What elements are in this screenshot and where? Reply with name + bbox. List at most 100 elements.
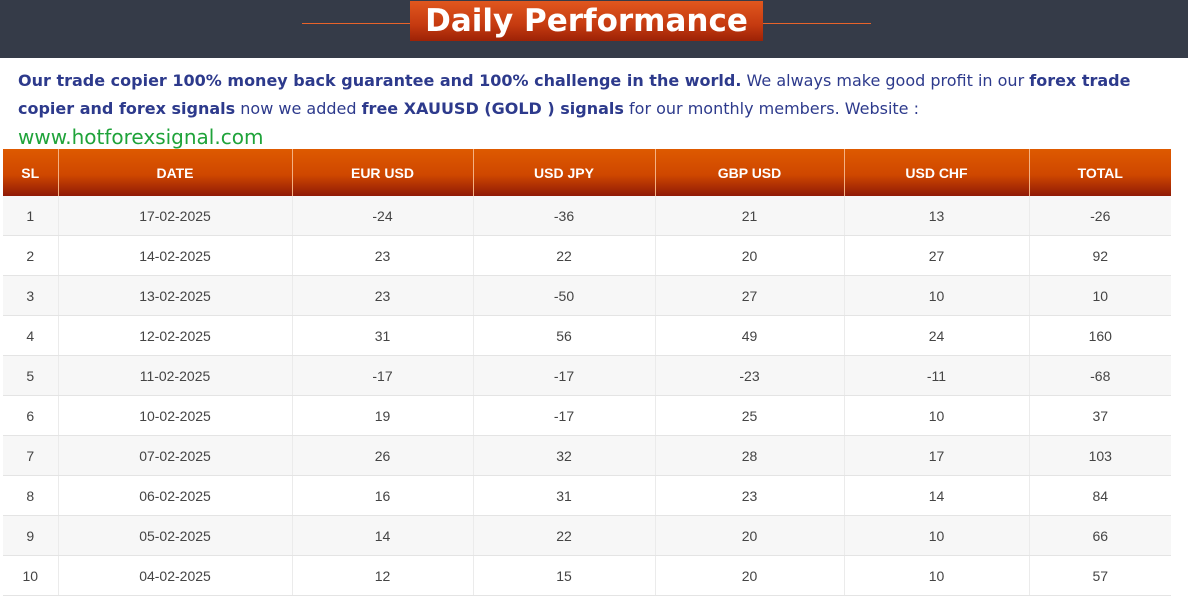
column-header-gbpusd: GBP USD [654,149,844,196]
cell-usdjpy: 15 [472,555,655,596]
cell-total: -26 [1028,196,1171,236]
cell-date: 05-02-2025 [57,515,292,556]
column-header-eurusd: EUR USD [291,149,473,196]
cell-eurusd: 26 [291,435,473,476]
header-bar: Daily Performance [0,0,1188,58]
header-divider-left [302,23,410,24]
cell-usdjpy: 32 [472,435,655,476]
cell-date: 10-02-2025 [57,395,292,436]
cell-sl: 3 [3,275,58,316]
cell-usdjpy: 31 [472,475,655,516]
cell-sl: 6 [3,395,58,436]
cell-eurusd: 23 [291,235,473,276]
cell-usdchf: 10 [843,555,1029,596]
table-row: 4 12-02-2025 31 56 49 24 160 [3,315,1171,356]
header-divider-right [763,23,871,24]
cell-date: 13-02-2025 [57,275,292,316]
cell-usdjpy: 56 [472,315,655,356]
cell-date: 17-02-2025 [57,196,292,236]
column-header-date: DATE [57,149,292,196]
cell-eurusd: 16 [291,475,473,516]
cell-sl: 8 [3,475,58,516]
cell-usdchf: 24 [843,315,1029,356]
cell-gbpusd: -23 [654,355,844,396]
cell-total: 84 [1028,475,1171,516]
cell-usdjpy: 22 [472,515,655,556]
cell-usdchf: 14 [843,475,1029,516]
cell-usdchf: 27 [843,235,1029,276]
intro-text: We always make good profit in our [741,71,1030,90]
cell-sl: 10 [3,555,58,596]
table-row: 6 10-02-2025 19 -17 25 10 37 [3,395,1171,436]
cell-eurusd: 19 [291,395,473,436]
cell-usdjpy: -17 [472,355,655,396]
intro-text-2: now we added [235,99,362,118]
cell-date: 06-02-2025 [57,475,292,516]
cell-gbpusd: 27 [654,275,844,316]
cell-date: 04-02-2025 [57,555,292,596]
page-title: Daily Performance [410,1,763,41]
cell-eurusd: 12 [291,555,473,596]
cell-total: 10 [1028,275,1171,316]
cell-date: 07-02-2025 [57,435,292,476]
cell-total: 57 [1028,555,1171,596]
cell-sl: 4 [3,315,58,356]
table-row: 2 14-02-2025 23 22 20 27 92 [3,235,1171,276]
cell-total: 160 [1028,315,1171,356]
cell-sl: 9 [3,515,58,556]
cell-eurusd: -24 [291,196,473,236]
cell-sl: 7 [3,435,58,476]
cell-total: 103 [1028,435,1171,476]
column-header-total: TOTAL [1028,149,1171,196]
cell-gbpusd: 23 [654,475,844,516]
cell-usdjpy: 22 [472,235,655,276]
cell-date: 12-02-2025 [57,315,292,356]
column-header-usdchf: USD CHF [843,149,1029,196]
table-row: 5 11-02-2025 -17 -17 -23 -11 -68 [3,355,1171,396]
cell-date: 11-02-2025 [57,355,292,396]
cell-eurusd: 23 [291,275,473,316]
cell-total: 66 [1028,515,1171,556]
table-row: 10 04-02-2025 12 15 20 10 57 [3,555,1171,596]
cell-gbpusd: 49 [654,315,844,356]
cell-eurusd: 31 [291,315,473,356]
table-row: 3 13-02-2025 23 -50 27 10 10 [3,275,1171,316]
cell-usdchf: 10 [843,515,1029,556]
cell-usdjpy: -17 [472,395,655,436]
cell-total: 92 [1028,235,1171,276]
intro-guarantee-text: Our trade copier 100% money back guarant… [18,71,742,90]
cell-usdchf: 13 [843,196,1029,236]
table-row: 7 07-02-2025 26 32 28 17 103 [3,435,1171,476]
cell-sl: 1 [3,196,58,236]
performance-table: SL DATE EUR USD USD JPY GBP USD USD CHF … [3,149,1171,596]
cell-total: 37 [1028,395,1171,436]
cell-usdchf: -11 [843,355,1029,396]
cell-usdjpy: -50 [472,275,655,316]
cell-gbpusd: 20 [654,235,844,276]
column-header-sl: SL [3,149,58,196]
table-row: 8 06-02-2025 16 31 23 14 84 [3,475,1171,516]
website-link[interactable]: www.hotforexsignal.com [18,125,263,149]
cell-usdchf: 10 [843,395,1029,436]
cell-date: 14-02-2025 [57,235,292,276]
table-row: 9 05-02-2025 14 22 20 10 66 [3,515,1171,556]
intro-gold-signals-text: free XAUUSD (GOLD ) signals [361,99,624,118]
cell-usdchf: 10 [843,275,1029,316]
cell-gbpusd: 28 [654,435,844,476]
cell-sl: 5 [3,355,58,396]
cell-eurusd: 14 [291,515,473,556]
cell-gbpusd: 20 [654,515,844,556]
cell-eurusd: -17 [291,355,473,396]
cell-gbpusd: 21 [654,196,844,236]
cell-total: -68 [1028,355,1171,396]
intro-text-3: for our monthly members. Website : [623,99,919,118]
cell-sl: 2 [3,235,58,276]
cell-usdchf: 17 [843,435,1029,476]
cell-gbpusd: 20 [654,555,844,596]
table-row: 1 17-02-2025 -24 -36 21 13 -26 [3,196,1171,236]
intro-paragraph: Our trade copier 100% money back guarant… [18,67,1168,153]
cell-gbpusd: 25 [654,395,844,436]
table-header-row: SL DATE EUR USD USD JPY GBP USD USD CHF … [3,149,1171,196]
cell-usdjpy: -36 [472,196,655,236]
column-header-usdjpy: USD JPY [472,149,655,196]
